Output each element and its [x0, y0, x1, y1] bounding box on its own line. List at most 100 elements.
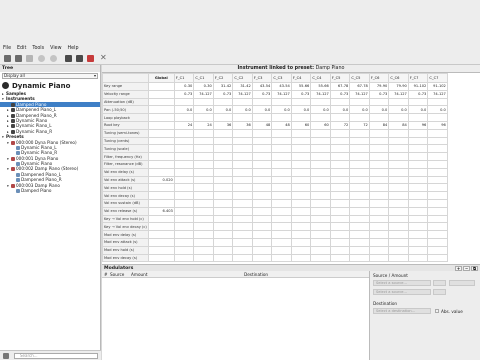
- table-cell[interactable]: [310, 206, 331, 216]
- global-cell[interactable]: [147, 105, 175, 115]
- table-cell[interactable]: [388, 191, 409, 200]
- table-cell[interactable]: [407, 183, 429, 193]
- table-cell[interactable]: [388, 237, 409, 247]
- table-cell[interactable]: [368, 237, 390, 247]
- table-cell[interactable]: [310, 253, 331, 263]
- table-cell[interactable]: 74-127: [388, 89, 409, 99]
- table-cell[interactable]: [427, 198, 448, 208]
- table-cell[interactable]: [407, 230, 429, 239]
- global-cell[interactable]: [147, 89, 175, 99]
- table-cell[interactable]: [193, 191, 214, 200]
- redo-icon[interactable]: [50, 55, 57, 62]
- table-cell[interactable]: [193, 152, 214, 161]
- global-cell[interactable]: [147, 191, 175, 200]
- table-cell[interactable]: [232, 159, 253, 169]
- table-cell[interactable]: [310, 214, 331, 224]
- table-cell[interactable]: [349, 206, 370, 216]
- global-cell[interactable]: [147, 183, 175, 193]
- table-cell[interactable]: [290, 230, 312, 239]
- table-cell[interactable]: [349, 113, 370, 122]
- table-cell[interactable]: [368, 245, 390, 255]
- table-cell[interactable]: [310, 198, 331, 208]
- table-cell[interactable]: [349, 191, 370, 200]
- table-cell[interactable]: 79-90: [368, 82, 390, 91]
- table-cell[interactable]: [193, 128, 214, 138]
- table-cell[interactable]: [349, 214, 370, 224]
- table-cell[interactable]: 0.0: [271, 105, 292, 115]
- table-cell[interactable]: 74-127: [349, 89, 370, 99]
- table-cell[interactable]: [232, 237, 253, 247]
- table-cell[interactable]: [290, 144, 312, 154]
- table-cell[interactable]: [251, 230, 273, 239]
- table-cell[interactable]: [368, 159, 390, 169]
- table-cell[interactable]: [212, 222, 234, 232]
- column-header[interactable]: F_C7: [407, 73, 429, 83]
- new-file-icon[interactable]: [4, 55, 11, 62]
- table-cell[interactable]: [173, 159, 195, 169]
- table-cell[interactable]: 31-42: [212, 82, 234, 91]
- table-cell[interactable]: [329, 237, 351, 247]
- table-cell[interactable]: [290, 183, 312, 193]
- table-cell[interactable]: [212, 167, 234, 177]
- source-select[interactable]: Select a source...: [373, 280, 431, 286]
- table-cell[interactable]: 0-73: [251, 89, 273, 99]
- table-cell[interactable]: [368, 222, 390, 232]
- table-cell[interactable]: [173, 128, 195, 138]
- table-cell[interactable]: [173, 237, 195, 247]
- table-cell[interactable]: [427, 128, 448, 138]
- table-cell[interactable]: [271, 159, 292, 169]
- open-file-icon[interactable]: [15, 55, 22, 62]
- import-sample-icon[interactable]: [65, 55, 72, 62]
- table-cell[interactable]: [329, 175, 351, 185]
- table-cell[interactable]: [407, 159, 429, 169]
- table-cell[interactable]: [271, 136, 292, 146]
- table-cell[interactable]: [427, 245, 448, 255]
- table-cell[interactable]: [427, 144, 448, 154]
- table-cell[interactable]: 96: [427, 120, 448, 130]
- table-cell[interactable]: [368, 128, 390, 138]
- table-cell[interactable]: [368, 175, 390, 185]
- table-cell[interactable]: [329, 167, 351, 177]
- table-cell[interactable]: [212, 191, 234, 200]
- column-header[interactable]: C_C5: [349, 73, 370, 83]
- global-cell[interactable]: [147, 167, 175, 177]
- table-cell[interactable]: [193, 136, 214, 146]
- table-cell[interactable]: 84: [388, 120, 409, 130]
- table-cell[interactable]: 0-30: [173, 82, 195, 91]
- table-cell[interactable]: 74-127: [232, 89, 253, 99]
- abs-value-checkbox[interactable]: [435, 309, 439, 313]
- table-cell[interactable]: 0-73: [407, 89, 429, 99]
- table-cell[interactable]: [368, 214, 390, 224]
- table-cell[interactable]: [232, 128, 253, 138]
- table-cell[interactable]: [407, 253, 429, 263]
- table-cell[interactable]: [388, 167, 409, 177]
- table-cell[interactable]: 91-102: [427, 82, 448, 91]
- table-cell[interactable]: 0-73: [329, 89, 351, 99]
- table-cell[interactable]: [271, 214, 292, 224]
- table-cell[interactable]: [212, 253, 234, 263]
- global-cell[interactable]: [147, 245, 175, 255]
- table-cell[interactable]: [407, 144, 429, 154]
- table-cell[interactable]: [368, 152, 390, 161]
- table-cell[interactable]: [368, 167, 390, 177]
- table-cell[interactable]: [271, 253, 292, 263]
- column-header[interactable]: C_C6: [388, 73, 409, 83]
- table-cell[interactable]: [193, 214, 214, 224]
- table-cell[interactable]: 74-127: [193, 89, 214, 99]
- display-filter-select[interactable]: Display all: [2, 73, 98, 79]
- table-cell[interactable]: [271, 191, 292, 200]
- column-header[interactable]: F_C1: [173, 73, 195, 83]
- close-icon[interactable]: ✕: [100, 54, 107, 62]
- table-cell[interactable]: [290, 253, 312, 263]
- table-cell[interactable]: [212, 214, 234, 224]
- table-cell[interactable]: [349, 253, 370, 263]
- table-cell[interactable]: [329, 183, 351, 193]
- global-cell[interactable]: [147, 159, 175, 169]
- table-cell[interactable]: [427, 113, 448, 122]
- table-cell[interactable]: [271, 144, 292, 154]
- table-cell[interactable]: 60: [310, 120, 331, 130]
- table-cell[interactable]: [193, 230, 214, 239]
- table-cell[interactable]: [349, 230, 370, 239]
- table-cell[interactable]: [310, 144, 331, 154]
- table-cell[interactable]: [173, 198, 195, 208]
